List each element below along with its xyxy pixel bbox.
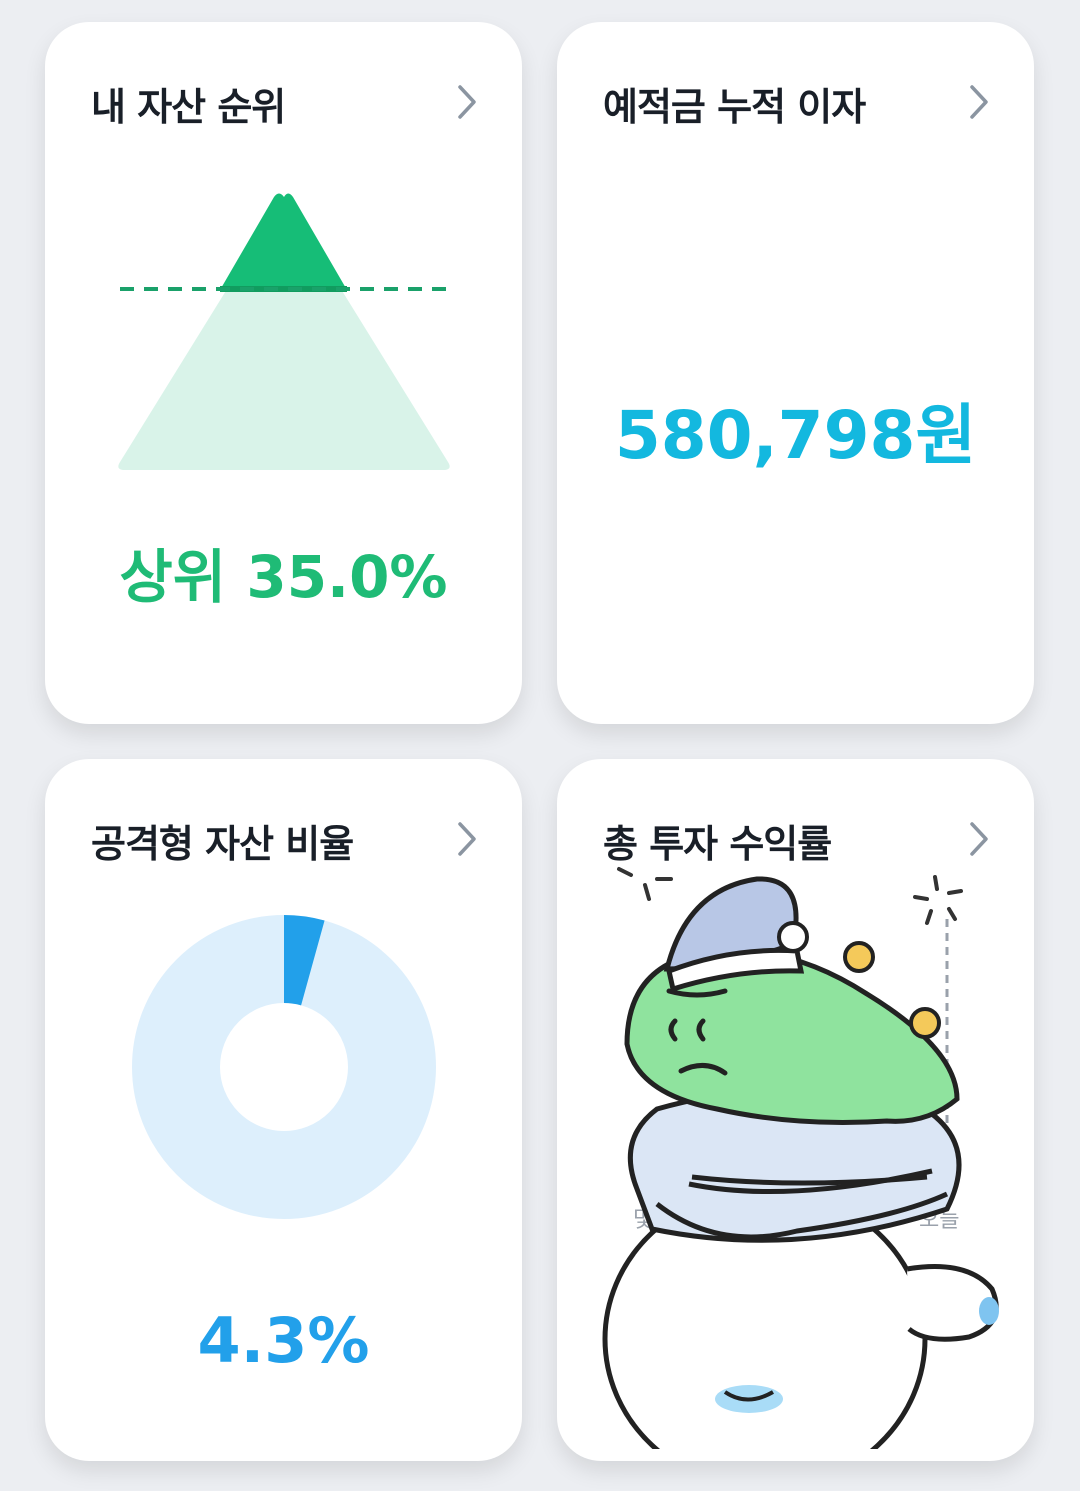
rank-pyramid-chart [118,193,450,470]
card-title: 내 자산 순위 [91,85,286,129]
sleeping-dinosaur-sticker [602,867,999,1449]
chevron-right-icon[interactable] [454,819,480,859]
rank-value: 상위 35.0% [119,543,448,611]
aggressive-ratio-card[interactable]: 공격형 자산 비율 4.3% [45,759,522,1461]
pyramid-cut-line [220,286,347,292]
card-title: 예적금 누적 이자 [603,85,866,129]
interest-value: 580,798원 [614,397,977,474]
chevron-right-icon[interactable] [966,819,992,859]
total-return-card[interactable]: 총 투자 수익률 몇 오늘 [557,759,1034,1461]
ratio-value: 4.3% [197,1304,370,1377]
ratio-donut-chart [132,915,436,1219]
chevron-right-icon[interactable] [454,82,480,122]
asset-rank-card[interactable]: 내 자산 순위 상위 35.0% [45,22,522,724]
pyramid-top-segment [220,193,347,290]
card-title: 공격형 자산 비율 [91,822,354,866]
interest-card[interactable]: 예적금 누적 이자 580,798원 [557,22,1034,724]
chevron-right-icon[interactable] [966,82,992,122]
